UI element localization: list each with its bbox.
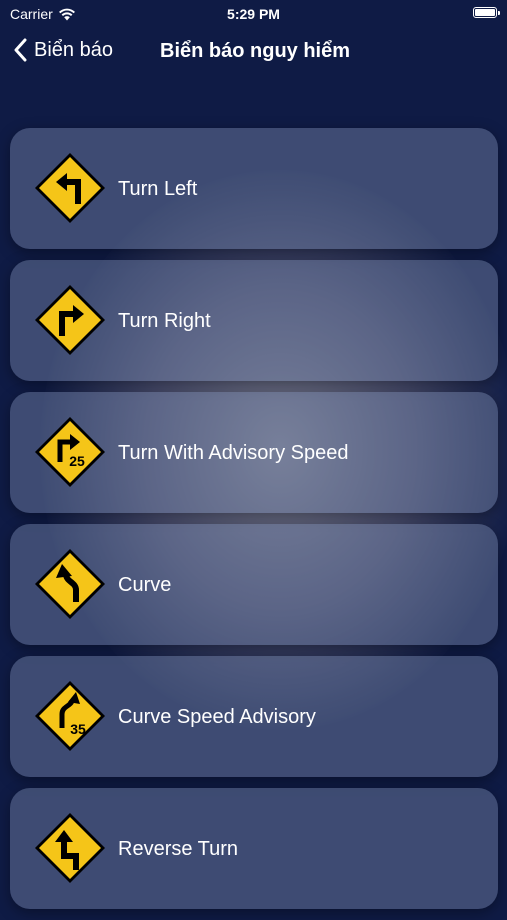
speed-value: 35 xyxy=(70,721,86,737)
sign-label: Turn Left xyxy=(118,178,198,200)
sign-label: Curve Speed Advisory xyxy=(118,706,316,728)
sign-label: Turn With Advisory Speed xyxy=(118,442,349,464)
turn-left-sign-icon xyxy=(35,153,105,223)
status-time: 5:29 PM xyxy=(227,6,280,22)
chevron-left-icon xyxy=(14,38,27,62)
turn-right-sign-icon xyxy=(35,285,105,355)
turn-advisory-speed-sign-icon: 25 xyxy=(35,417,105,487)
sign-list-item-turn-left[interactable]: Turn Left xyxy=(10,128,498,249)
curve-sign-icon xyxy=(35,549,105,619)
sign-label: Curve xyxy=(118,574,172,596)
sign-list-item-turn-right[interactable]: Turn Right xyxy=(10,260,498,381)
speed-value: 25 xyxy=(69,453,85,469)
sign-list: Turn Left Turn Right 25 Turn With Adviso… xyxy=(10,128,498,920)
battery-level xyxy=(475,9,495,16)
reverse-turn-sign-icon xyxy=(35,813,105,883)
status-bar: Carrier 5:29 PM xyxy=(0,0,507,28)
sign-label: Reverse Turn xyxy=(118,838,239,860)
navigation-bar: Biển báo Biển báo nguy hiểm xyxy=(0,30,507,74)
sign-list-item-reverse-turn[interactable]: Reverse Turn xyxy=(10,788,498,909)
back-button[interactable]: Biển báo xyxy=(14,38,113,62)
back-button-label: Biển báo xyxy=(34,38,113,61)
battery-icon xyxy=(473,7,500,18)
sign-list-item-turn-with-advisory-speed[interactable]: 25 Turn With Advisory Speed xyxy=(10,392,498,513)
curve-speed-advisory-sign-icon: 35 xyxy=(35,681,105,751)
page-title: Biển báo nguy hiểm xyxy=(160,40,351,62)
sign-label: Turn Right xyxy=(118,310,211,332)
sign-list-item-curve[interactable]: Curve xyxy=(10,524,498,645)
sign-list-item-curve-speed-advisory[interactable]: 35 Curve Speed Advisory xyxy=(10,656,498,777)
